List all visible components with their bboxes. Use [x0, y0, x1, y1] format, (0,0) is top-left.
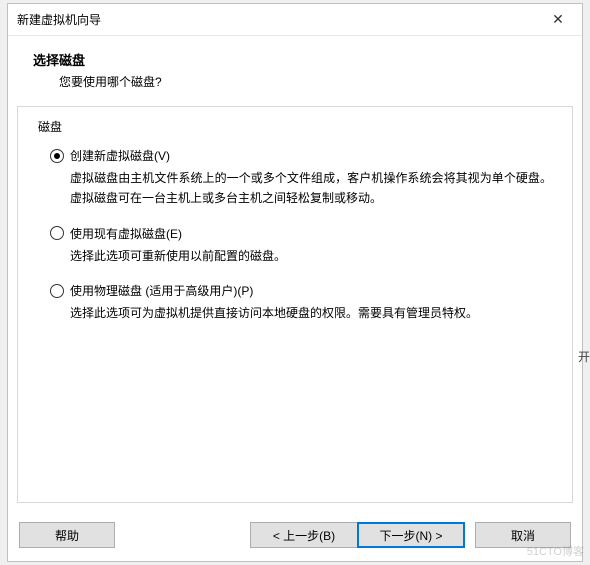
- stray-text: 开: [578, 348, 590, 365]
- radio-group: 创建新虚拟磁盘(V) 虚拟磁盘由主机文件系统上的一个或多个文件组成，客户机操作系…: [38, 147, 552, 324]
- radio-option-create-new: 创建新虚拟磁盘(V) 虚拟磁盘由主机文件系统上的一个或多个文件组成，客户机操作系…: [50, 147, 552, 209]
- wizard-dialog: 新建虚拟机向导 ✕ 选择磁盘 您要使用哪个磁盘? 磁盘 创建新虚拟磁盘(V) 虚…: [7, 3, 583, 562]
- header-title: 选择磁盘: [33, 50, 562, 69]
- content-wrapper: 磁盘 创建新虚拟磁盘(V) 虚拟磁盘由主机文件系统上的一个或多个文件组成，客户机…: [8, 106, 582, 511]
- radio-description: 选择此选项可重新使用以前配置的磁盘。: [70, 247, 552, 267]
- radio-icon: [50, 284, 64, 298]
- header-subtitle: 您要使用哪个磁盘?: [59, 73, 562, 90]
- radio-create-new[interactable]: 创建新虚拟磁盘(V): [50, 147, 552, 164]
- radio-physical[interactable]: 使用物理磁盘 (适用于高级用户)(P): [50, 282, 552, 299]
- radio-label: 创建新虚拟磁盘(V): [70, 147, 170, 164]
- content-panel: 磁盘 创建新虚拟磁盘(V) 虚拟磁盘由主机文件系统上的一个或多个文件组成，客户机…: [17, 106, 573, 503]
- radio-label: 使用现有虚拟磁盘(E): [70, 225, 182, 242]
- radio-option-physical: 使用物理磁盘 (适用于高级用户)(P) 选择此选项可为虚拟机提供直接访问本地硬盘…: [50, 282, 552, 324]
- radio-description: 选择此选项可为虚拟机提供直接访问本地硬盘的权限。需要具有管理员特权。: [70, 304, 552, 324]
- close-button[interactable]: ✕: [536, 6, 580, 34]
- cancel-button[interactable]: 取消: [475, 522, 571, 548]
- radio-icon: [50, 149, 64, 163]
- radio-option-existing: 使用现有虚拟磁盘(E) 选择此选项可重新使用以前配置的磁盘。: [50, 225, 552, 267]
- close-icon: ✕: [552, 11, 564, 28]
- radio-icon: [50, 226, 64, 240]
- radio-description: 虚拟磁盘由主机文件系统上的一个或多个文件组成，客户机操作系统会将其视为单个硬盘。…: [70, 169, 552, 209]
- next-button[interactable]: 下一步(N) >: [357, 522, 465, 548]
- radio-label: 使用物理磁盘 (适用于高级用户)(P): [70, 282, 253, 299]
- radio-existing[interactable]: 使用现有虚拟磁盘(E): [50, 225, 552, 242]
- help-button[interactable]: 帮助: [19, 522, 115, 548]
- group-label: 磁盘: [38, 118, 552, 135]
- titlebar: 新建虚拟机向导 ✕: [8, 4, 582, 36]
- wizard-header: 选择磁盘 您要使用哪个磁盘?: [8, 36, 582, 106]
- button-bar: 帮助 < 上一步(B) 下一步(N) > 取消: [8, 511, 582, 561]
- window-title: 新建虚拟机向导: [17, 11, 101, 28]
- back-button[interactable]: < 上一步(B): [250, 522, 358, 548]
